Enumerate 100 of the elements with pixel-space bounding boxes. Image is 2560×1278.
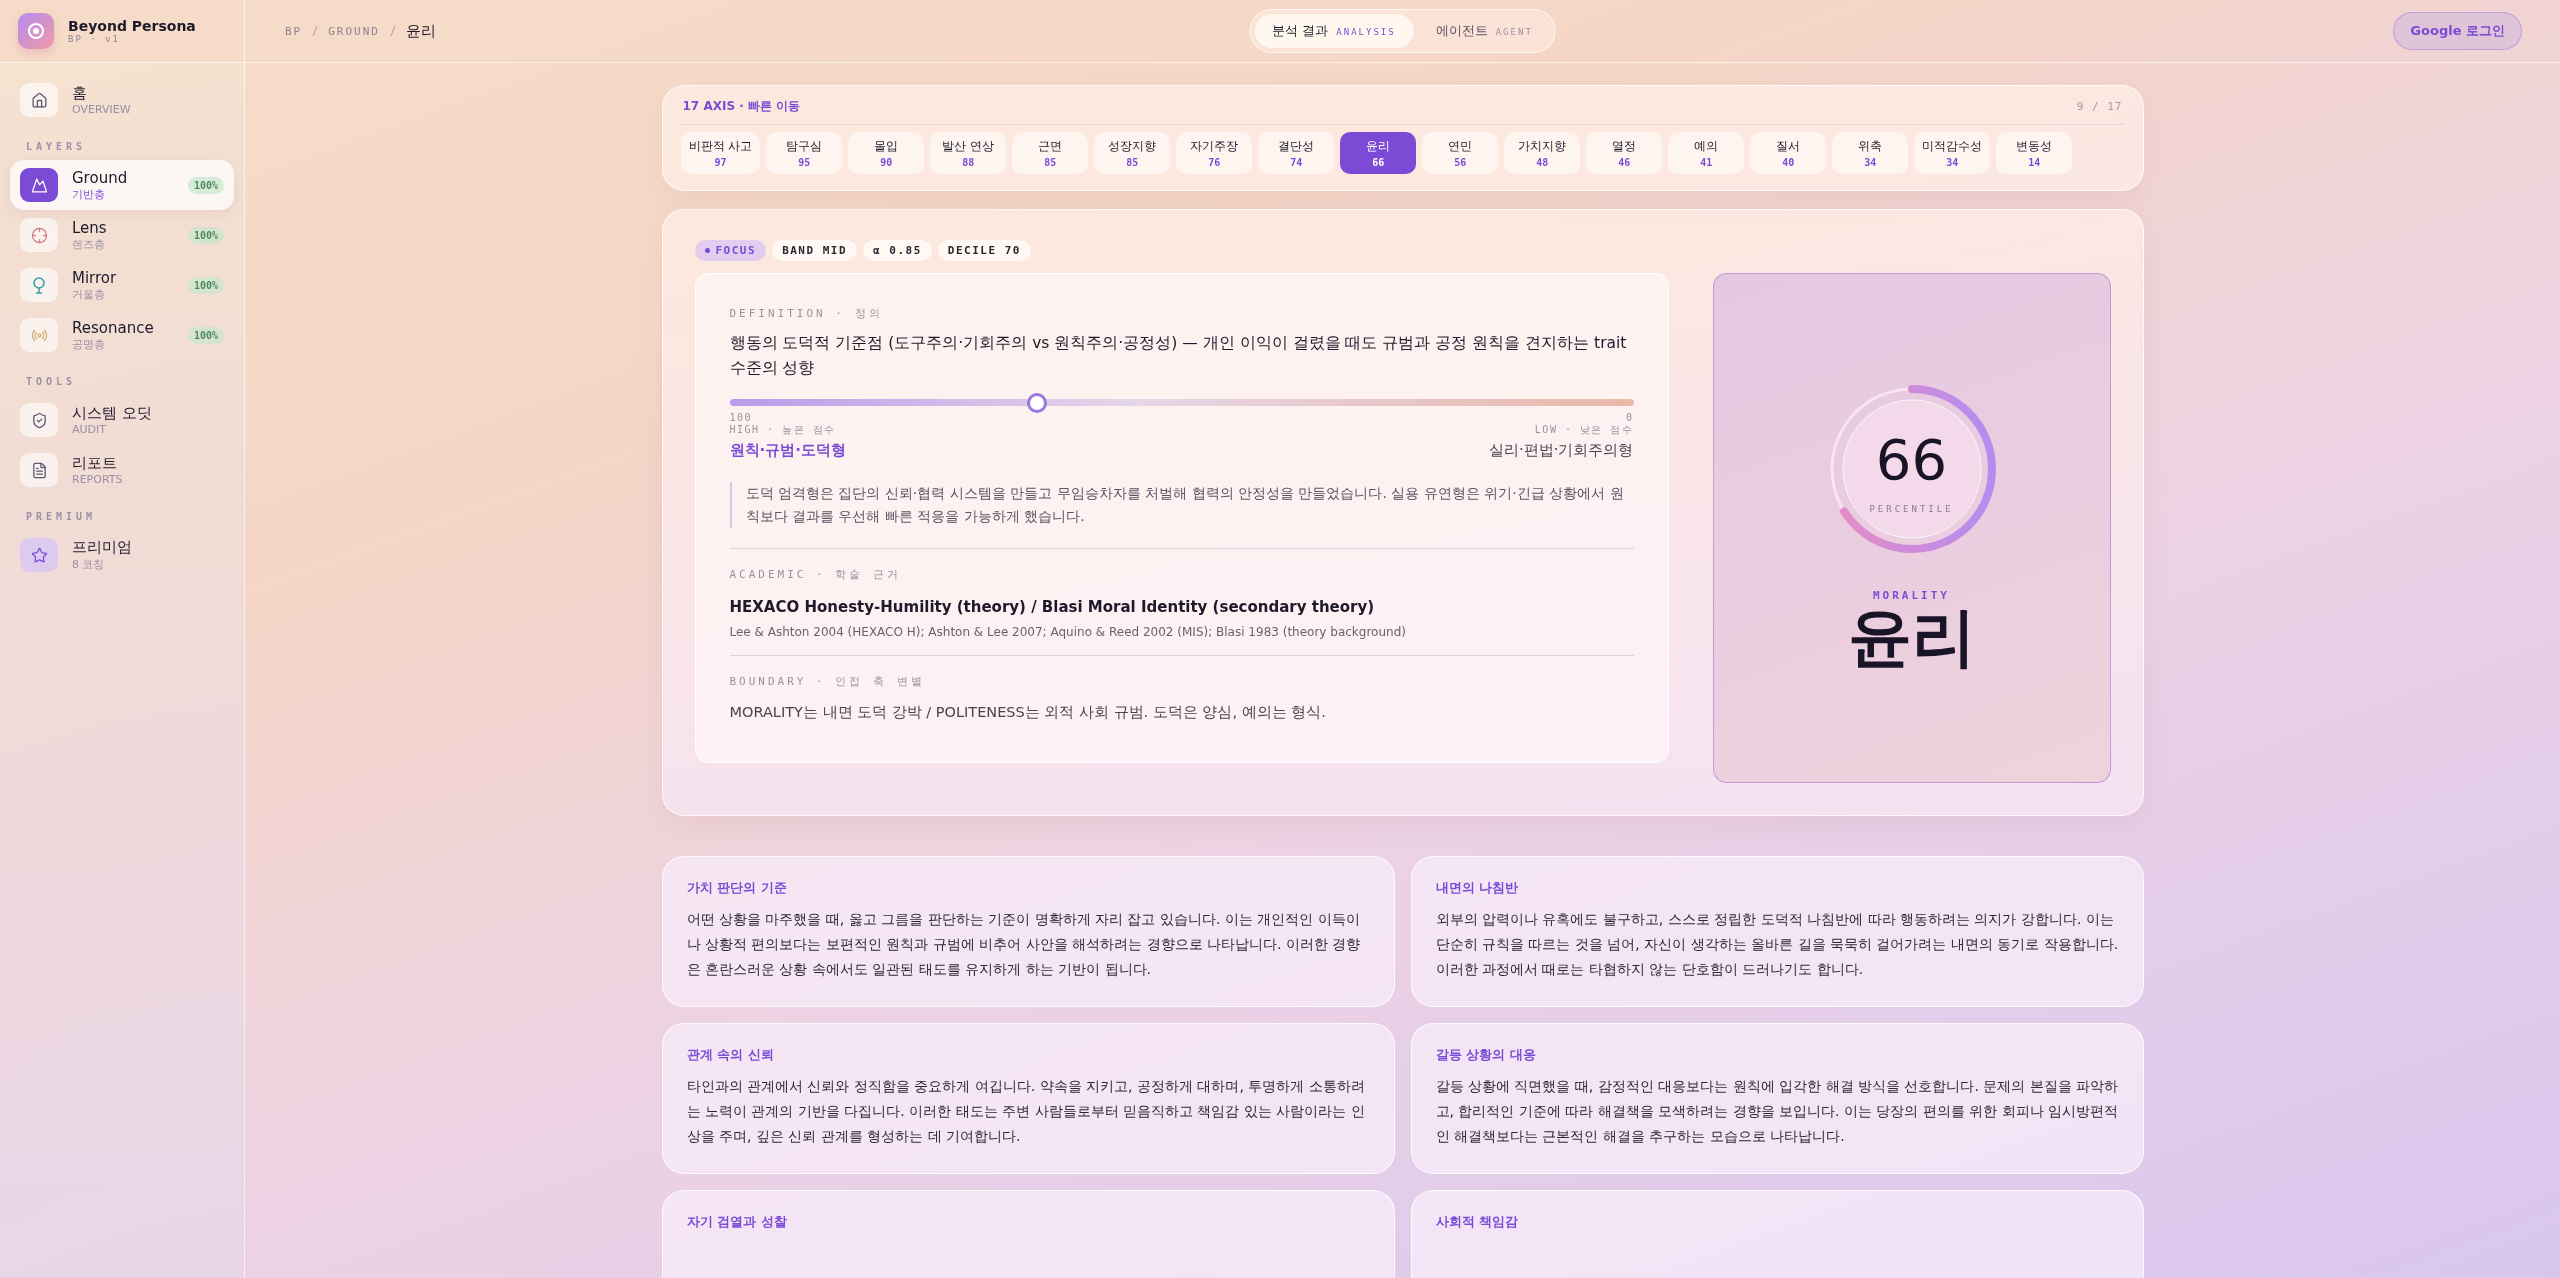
scale-min: 0 (1625, 412, 1634, 423)
axis-chip[interactable]: 가치지향 48 (1504, 132, 1581, 174)
nav-item-subtitle: 기반층 (72, 186, 106, 202)
axis-chip[interactable]: 질서 40 (1750, 132, 1827, 174)
axis-name: 윤리 (1847, 602, 1976, 673)
high-caption: HIGH · 높은 점수 (729, 423, 836, 437)
axis-label: 근면 (1038, 138, 1063, 155)
axis-chip[interactable]: 발산 연상 88 (930, 132, 1007, 174)
axis-chip[interactable]: 연민 56 (1422, 132, 1499, 174)
logo-icon (18, 13, 54, 49)
nav-item[interactable]: Mirror 거울층 100% (10, 260, 234, 310)
nav-item-title: Ground (72, 168, 129, 187)
meta-tag: α 0.85 (863, 240, 932, 261)
axis-chip[interactable]: 몰입 90 (848, 132, 925, 174)
axis-label: 성장지향 (1108, 138, 1157, 155)
progress-badge: 100% (187, 226, 224, 244)
axis-score: 34 (1946, 157, 1959, 168)
brand-title: Beyond Persona (68, 18, 196, 34)
axis-score: 40 (1782, 157, 1795, 168)
nav-item[interactable]: 시스템 오딧 AUDIT (10, 395, 234, 445)
axis-label: 열정 (1612, 138, 1637, 155)
axis-label: 연민 (1448, 138, 1473, 155)
axis-label: 변동성 (2016, 138, 2053, 155)
nav-item-title: 시스템 오딧 (72, 404, 153, 423)
axis-title: 17 AXIS · 빠른 이동 (682, 98, 801, 115)
boundary-text: MORALITY는 내면 도덕 강박 / POLITENESS는 외적 사회 규범. 도덕은 양심, 예의는 형식. (729, 703, 1327, 722)
axis-score: 97 (714, 157, 727, 168)
scale-max: 100 (729, 412, 753, 423)
tab-sublabel: AGENT (1495, 27, 1533, 37)
nav-item-subtitle: 공명층 (72, 336, 106, 352)
insight-text: 어떤 상황을 마주했을 때, 옳고 그름을 판단하는 기준이 명확하게 자리 잡고 있습니다. 이는 개인적인 이득이나 상황적 편의보다는 보편적인 원칙과 규범에 비추어 사안을 해석하려는 경향으로 나타납니다. 이러한 경향은 혼란스러운 상황 속에서도 일관된 태도를 유지하게 하는 기반이 됩니다. (686, 910, 1362, 979)
tab-sublabel: ANALYSIS (1336, 27, 1396, 37)
section-label: DEFINITION · 정의 (729, 306, 884, 321)
evolution-quote: 도덕 엄격형은 집단의 신뢰·협력 시스템을 만들고 무임승차자를 처벌해 협력의 안정성을 만들었습니다. 실용 유연형은 위기·긴급 상황에서 원칙보다 결과를 우선해 빠른 적응을 가능하게 했습니다. (729, 482, 1634, 528)
academic-title: HEXACO Honesty-Humility (theory) / Blasi Moral Identity (secondary theory) (729, 598, 1376, 616)
nav-item[interactable]: Ground 기반층 100% (10, 160, 234, 210)
axis-label: 결단성 (1278, 138, 1315, 155)
meta-tag: BAND MID (772, 240, 858, 261)
progress-badge: 100% (187, 326, 224, 344)
nav-item[interactable]: Resonance 공명층 100% (10, 310, 234, 360)
axis-score: 56 (1454, 157, 1467, 168)
axis-label: 발산 연상 (942, 138, 995, 155)
axis-score: 46 (1618, 157, 1631, 168)
nav-item[interactable]: 리포트 REPORTS (10, 445, 234, 495)
axis-chip[interactable]: 결단성 74 (1258, 132, 1335, 174)
axis-chip[interactable]: 열정 46 (1586, 132, 1663, 174)
nav-item[interactable]: 홈 OVERVIEW (10, 75, 234, 125)
meta-tag: DECILE 70 (937, 240, 1031, 261)
brand-version: BP · v1 (68, 34, 121, 44)
definition-text: 행동의 도덕적 기준점 (도구주의·기회주의 vs 원칙주의·공정성) — 개인 이익이 걸렸을 때도 규범과 공정 원칙을 견지하는 trait 수준의 성향 (729, 333, 1628, 379)
insight-text: 외부의 압력이나 유혹에도 불구하고, 스스로 정립한 도덕적 나침반에 따라 행동하려는 의지가 강합니다. 이는 단순히 규칙을 따르는 것을 넘어, 자신이 생각하는 올바른 길을 묵묵히 걸어가려는 내면의 동기로 작용합니다. 이러한 과정에서 때로는 타협하지 않는 단호함이 드러나기도 합니다. (1435, 910, 2119, 979)
academic-references: Lee & Ashton 2004 (HEXACO H); Ashton & Lee 2007; Aquino & Reed 2002 (MIS); Blasi 1983 (theory background) (729, 625, 1407, 639)
mirror-icon (32, 276, 46, 294)
axis-score: 85 (1044, 157, 1057, 168)
axis-score: 48 (1536, 157, 1549, 168)
nav-item-subtitle: OVERVIEW (72, 103, 132, 116)
axis-chip[interactable]: 예의 41 (1668, 132, 1745, 174)
axis-chip[interactable]: 근면 85 (1012, 132, 1089, 174)
axis-chip[interactable]: 윤리 66 (1340, 132, 1417, 174)
axis-counter: 9 / 17 (2076, 100, 2123, 113)
axis-chip[interactable]: 비판적 사고 97 (680, 132, 761, 174)
axis-chip[interactable]: 미적감수성 34 (1914, 132, 1991, 174)
axis-chip[interactable]: 성장지향 85 (1094, 132, 1171, 174)
shield-check-icon (30, 411, 48, 429)
breadcrumb-item: 윤리 (406, 21, 436, 41)
low-caption: LOW · 낮은 점수 (1534, 423, 1634, 437)
section-label: ACADEMIC · 학술 근거 (729, 567, 902, 582)
breadcrumb-separator (312, 25, 319, 37)
axis-chip[interactable]: 변동성 14 (1996, 132, 2073, 174)
nav-item-title: Resonance (72, 318, 155, 337)
insight-title: 관계 속의 신뢰 (686, 1046, 775, 1064)
axis-chip[interactable]: 탐구심 95 (766, 132, 843, 174)
nav-item-title: 프리미엄 (72, 538, 133, 557)
section-label: BOUNDARY · 인접 축 변별 (729, 674, 926, 689)
axis-label: 미적감수성 (1922, 138, 1983, 155)
axis-chip[interactable]: 자기주장 76 (1176, 132, 1253, 174)
percentile-caption: PERCENTILE (1869, 504, 1954, 515)
mountain-icon (30, 176, 48, 194)
view-tab[interactable]: 분석 결과 ANALYSIS (1254, 14, 1414, 48)
insight-text: 타인과의 관계에서 신뢰와 정직함을 중요하게 여깁니다. 약속을 지키고, 공정하게 대하며, 투명하게 소통하려는 노력이 관계의 기반을 다집니다. 이러한 태도는 주변 사람들로부터 믿음직하고 책임감 있는 사람이라는 인상을 주며, 깊은 신뢰 관계를 형성하는 데 기여합니다. (686, 1077, 1366, 1146)
percentile-value: 66 (1875, 432, 1948, 489)
home-icon (30, 91, 48, 109)
axis-score: 76 (1208, 157, 1221, 168)
axis-label: 위축 (1858, 138, 1883, 155)
axis-score: 88 (962, 157, 975, 168)
axis-score: 41 (1700, 157, 1713, 168)
nav-item[interactable]: 프리미엄 8 코칭 (10, 530, 234, 580)
section-heading: TOOLS (25, 375, 78, 389)
star-icon (30, 546, 48, 564)
axis-score: 74 (1290, 157, 1303, 168)
nav-item-subtitle: 8 코칭 (72, 557, 106, 572)
progress-badge: 100% (187, 276, 224, 294)
nav-item[interactable]: Lens 렌즈층 100% (10, 210, 234, 260)
insight-title: 내면의 나침반 (1435, 879, 1520, 897)
axis-score: 14 (2028, 157, 2041, 168)
axis-chip[interactable]: 위축 34 (1832, 132, 1909, 174)
nav-item-title: 홈 (72, 84, 88, 103)
insight-text: 갈등 상황에 직면했을 때, 감정적인 대응보다는 원칙에 입각한 해결 방식을 선호합니다. 문제의 본질을 파악하고, 합리적인 기준에 따라 해결책을 모색하려는 경향을 보입니다. 이는 당장의 편의를 위한 회피나 임시방편적인 해결책보다는 근본적인 해결을 추구하는 모습으로 나타납니다. (1435, 1077, 2119, 1146)
view-tab[interactable]: 에이전트 AGENT (1417, 14, 1551, 48)
document-icon (30, 461, 48, 479)
